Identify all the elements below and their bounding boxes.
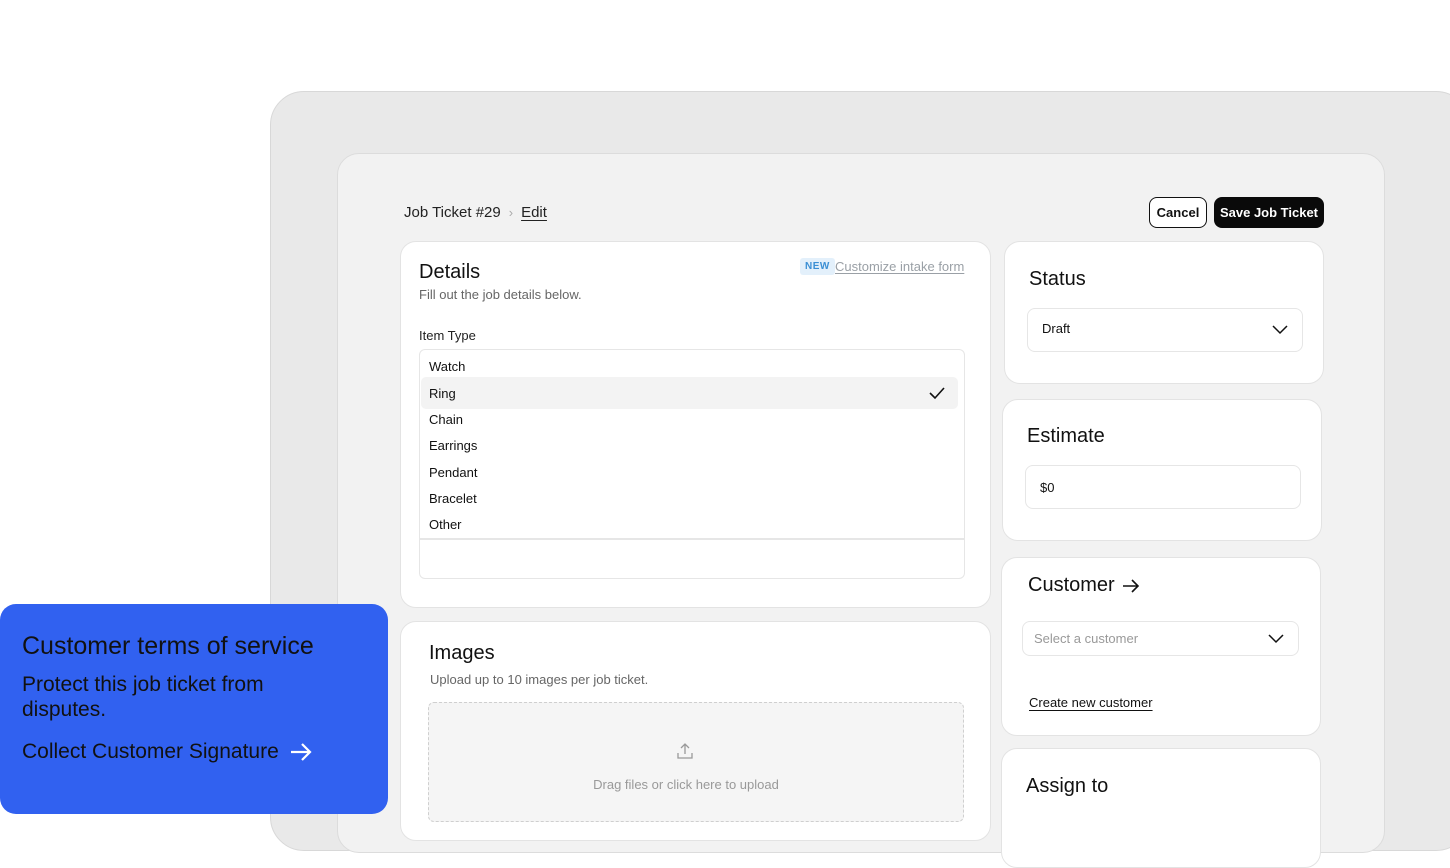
breadcrumb: Job Ticket #29 › Edit [404, 204, 547, 221]
collect-signature-label: Collect Customer Signature [22, 740, 279, 763]
upload-icon [677, 743, 693, 759]
option-label: Pendant [429, 464, 478, 480]
status-select[interactable]: Draft [1027, 308, 1303, 352]
check-icon [929, 387, 945, 400]
customize-intake-form-link[interactable]: Customize intake form [835, 259, 964, 274]
upload-instructions: Drag files or click here to upload [593, 777, 779, 792]
estimate-title: Estimate [1027, 425, 1105, 447]
collect-signature-link[interactable]: Collect Customer Signature [22, 740, 313, 764]
breadcrumb-parent[interactable]: Job Ticket #29 [404, 204, 501, 221]
upload-dropzone[interactable] [428, 702, 964, 822]
chevron-right-icon: › [508, 205, 514, 220]
assign-card [1001, 748, 1321, 868]
arrow-right-icon [1122, 578, 1139, 593]
images-subtitle: Upload up to 10 images per job ticket. [430, 672, 649, 687]
status-title: Status [1029, 268, 1086, 290]
details-title: Details [419, 261, 481, 283]
estimate-input[interactable]: $0 [1025, 465, 1301, 509]
option-label: Bracelet [429, 490, 477, 506]
chevron-down-icon [1272, 325, 1288, 335]
promo-subtitle: Protect this job ticket from disputes. [22, 673, 264, 721]
cancel-button[interactable]: Cancel [1149, 197, 1207, 228]
details-subtitle: Fill out the job details below. [419, 287, 582, 302]
customer-select[interactable]: Select a customer [1022, 621, 1299, 656]
status-value: Draft [1042, 320, 1071, 336]
option-other[interactable]: Other [421, 508, 958, 540]
chevron-down-icon [1268, 633, 1284, 643]
option-label: Watch [429, 358, 466, 374]
breadcrumb-current[interactable]: Edit [521, 204, 547, 221]
customer-title-label: Customer [1028, 574, 1115, 596]
customer-placeholder: Select a customer [1034, 631, 1139, 646]
item-type-label: Item Type [419, 328, 476, 343]
create-new-customer-link[interactable]: Create new customer [1029, 695, 1153, 710]
option-label: Chain [429, 411, 463, 427]
save-job-ticket-button[interactable]: Save Job Ticket [1214, 197, 1324, 228]
assign-title: Assign to [1026, 775, 1109, 797]
option-label: Other [429, 516, 462, 532]
promo-title: Customer terms of service [22, 632, 314, 660]
new-badge: NEW [800, 258, 835, 275]
option-label: Ring [429, 385, 456, 401]
customer-title[interactable]: Customer [1028, 574, 1141, 597]
images-title: Images [429, 642, 495, 664]
arrow-right-icon [290, 743, 312, 761]
estimate-value: $0 [1040, 479, 1055, 495]
option-label: Earrings [429, 437, 478, 453]
